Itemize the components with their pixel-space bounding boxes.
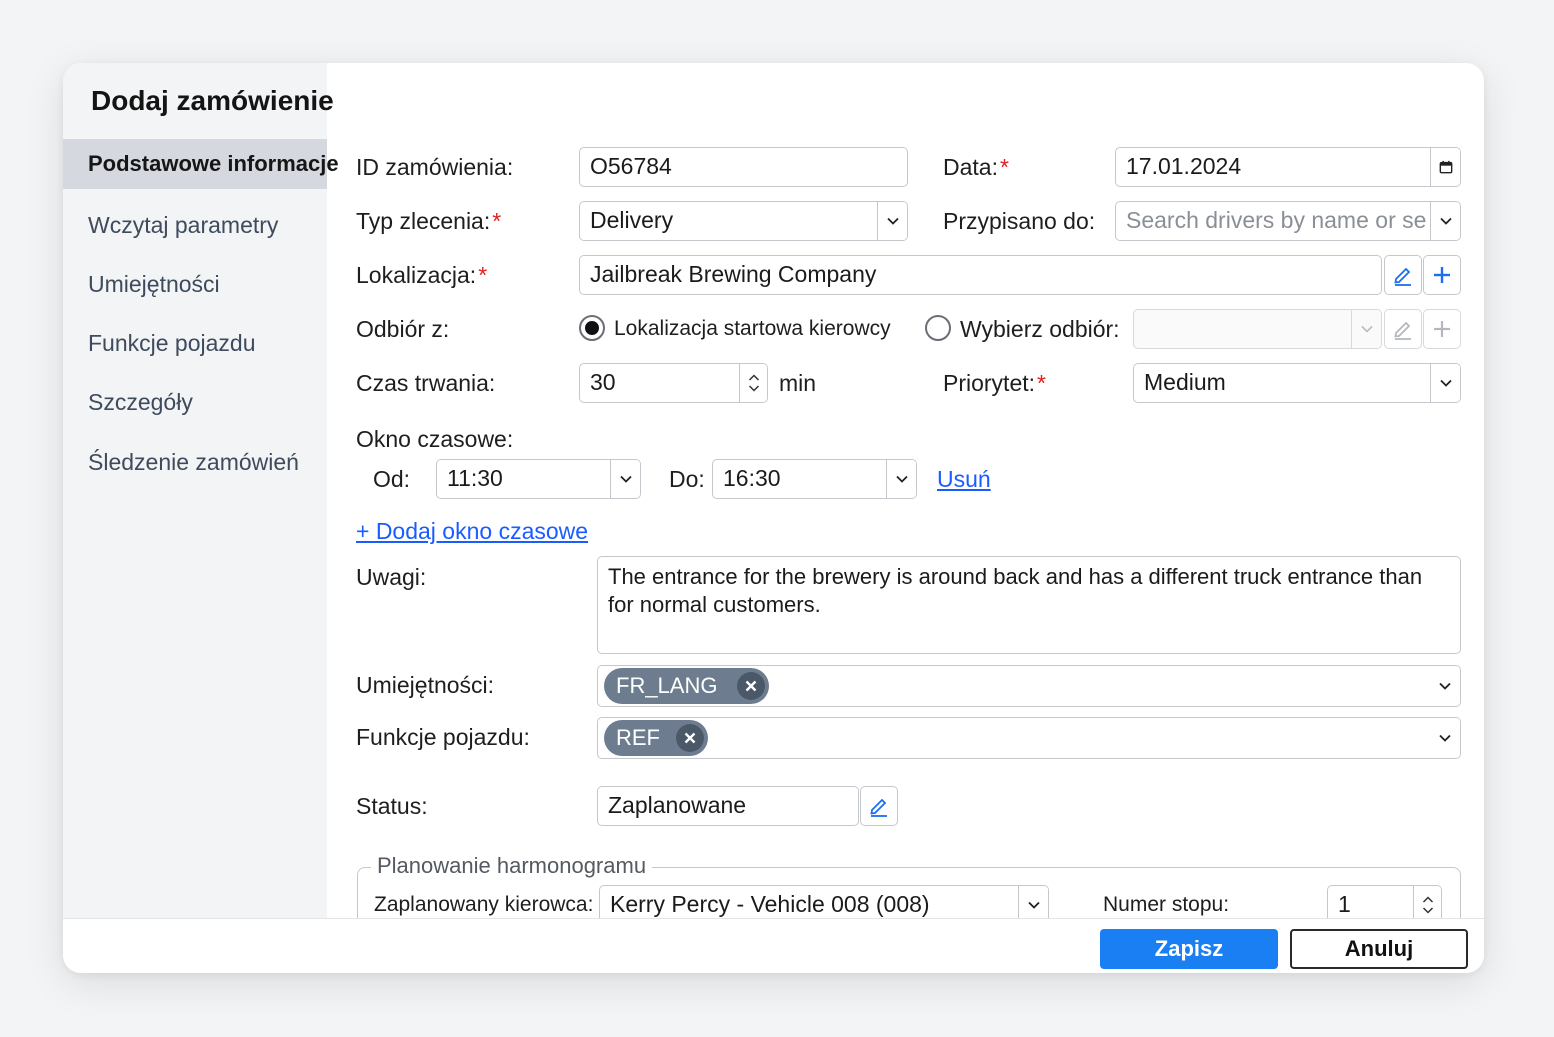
duration-label: Czas trwania: (356, 370, 496, 396)
chevron-down-icon (1430, 364, 1460, 402)
pickup-label: Odbiór z: (356, 316, 450, 342)
chevron-down-icon (877, 202, 907, 240)
chevron-down-icon (886, 460, 916, 498)
plus-icon (1434, 321, 1450, 337)
time-to-select[interactable]: 16:30 (712, 459, 917, 499)
sidebar-item-details[interactable]: Szczegóły (63, 377, 327, 427)
assigned-to-label: Przypisano do: (943, 208, 1096, 234)
add-time-window-link[interactable]: + Dodaj okno czasowe (356, 518, 588, 545)
dialog-title: Dodaj zamówienie (91, 85, 334, 116)
vehicle-feature-chip: REF (604, 720, 708, 756)
pencil-icon (870, 798, 887, 817)
time-from-select[interactable]: 11:30 (436, 459, 641, 499)
sidebar-item-load-params[interactable]: Wczytaj parametry (63, 200, 327, 250)
time-from-label: Od: (373, 466, 411, 492)
pickup-driver-start-label: Lokalizacja startowa kierowcy (614, 317, 891, 340)
date-label: Data:* (943, 154, 1009, 180)
scheduled-driver-label: Zaplanowany kierowca: (374, 893, 594, 916)
pencil-icon (1394, 267, 1411, 286)
edit-status-button[interactable] (860, 786, 898, 826)
notes-textarea[interactable]: The entrance for the brewery is around b… (597, 556, 1461, 654)
sidebar-item-skills[interactable]: Umiejętności (63, 259, 327, 309)
skills-label: Umiejętności: (356, 672, 495, 698)
pickup-select[interactable] (1133, 309, 1382, 349)
notes-label: Uwagi: (356, 564, 427, 590)
priority-select[interactable]: Medium (1133, 363, 1461, 403)
assigned-to-search[interactable]: Search drivers by name or se (1115, 201, 1461, 241)
close-icon[interactable] (737, 672, 765, 700)
duration-unit: min (779, 370, 817, 396)
sidebar-item-basic-info[interactable]: Podstawowe informacje (63, 139, 339, 189)
edit-pickup-button[interactable] (1384, 309, 1422, 349)
add-pickup-button[interactable] (1423, 309, 1461, 349)
priority-label: Priorytet:* (943, 370, 1046, 396)
form-area: ID zamówienia: O56784 Data:* 17.01.2024 … (327, 63, 1484, 918)
vehicle-features-multiselect[interactable]: REF (597, 717, 1461, 759)
close-icon[interactable] (676, 724, 704, 752)
add-location-button[interactable] (1423, 255, 1461, 295)
pickup-choose-label: Wybierz odbiór: (960, 316, 1120, 342)
remove-time-window-link[interactable]: Usuń (937, 466, 991, 493)
status-field: Zaplanowane (597, 786, 859, 826)
chevron-down-icon (748, 385, 759, 392)
time-window-label: Okno czasowe: (356, 426, 514, 452)
plus-icon (1434, 267, 1450, 283)
location-label: Lokalizacja:* (356, 262, 488, 288)
dialog-footer: Zapisz Anuluj (63, 918, 1484, 973)
date-input[interactable]: 17.01.2024 (1115, 147, 1461, 187)
order-id-input[interactable]: O56784 (579, 147, 908, 187)
order-type-label: Typ zlecenia:* (356, 208, 502, 234)
location-input[interactable]: Jailbreak Brewing Company (579, 255, 1382, 295)
pencil-icon (1394, 321, 1411, 340)
chevron-down-icon (1018, 886, 1048, 918)
chevron-down-icon (610, 460, 640, 498)
chevron-down-icon (1430, 718, 1460, 758)
stop-number-label: Numer stopu: (1103, 893, 1230, 916)
scheduled-driver-select[interactable]: Kerry Percy - Vehicle 008 (008) (599, 885, 1049, 918)
skill-chip: FR_LANG (604, 668, 769, 704)
order-type-select[interactable]: Delivery (579, 201, 908, 241)
duration-input[interactable]: 30 (579, 363, 768, 403)
vehicle-features-label: Funkcje pojazdu: (356, 724, 530, 750)
pickup-driver-start-radio[interactable] (579, 315, 605, 341)
scheduling-legend: Planowanie harmonogramu (371, 853, 653, 879)
skills-multiselect[interactable]: FR_LANG (597, 665, 1461, 707)
sidebar: Dodaj zamówienie Podstawowe informacje W… (63, 63, 339, 918)
order-id-label: ID zamówienia: (356, 154, 514, 180)
stop-number-stepper[interactable] (1413, 886, 1441, 918)
chevron-down-icon (1351, 310, 1381, 348)
edit-location-button[interactable] (1384, 255, 1422, 295)
time-to-label: Do: (669, 466, 705, 492)
calendar-icon[interactable] (1430, 148, 1460, 186)
sidebar-item-vehicle-features[interactable]: Funkcje pojazdu (63, 318, 327, 368)
chevron-up-icon (748, 374, 759, 381)
duration-stepper[interactable] (739, 364, 767, 402)
chevron-down-icon (1430, 666, 1460, 706)
chevron-up-icon (1422, 896, 1433, 903)
add-order-dialog: Dodaj zamówienie Podstawowe informacje W… (63, 63, 1484, 973)
sidebar-item-order-tracking[interactable]: Śledzenie zamówień (63, 437, 327, 487)
chevron-down-icon (1422, 907, 1433, 914)
pickup-choose-radio[interactable] (925, 315, 951, 341)
save-button[interactable]: Zapisz (1100, 929, 1278, 969)
chevron-down-icon (1430, 202, 1460, 240)
stop-number-input[interactable]: 1 (1327, 885, 1442, 918)
cancel-button[interactable]: Anuluj (1290, 929, 1468, 969)
status-label: Status: (356, 793, 428, 819)
